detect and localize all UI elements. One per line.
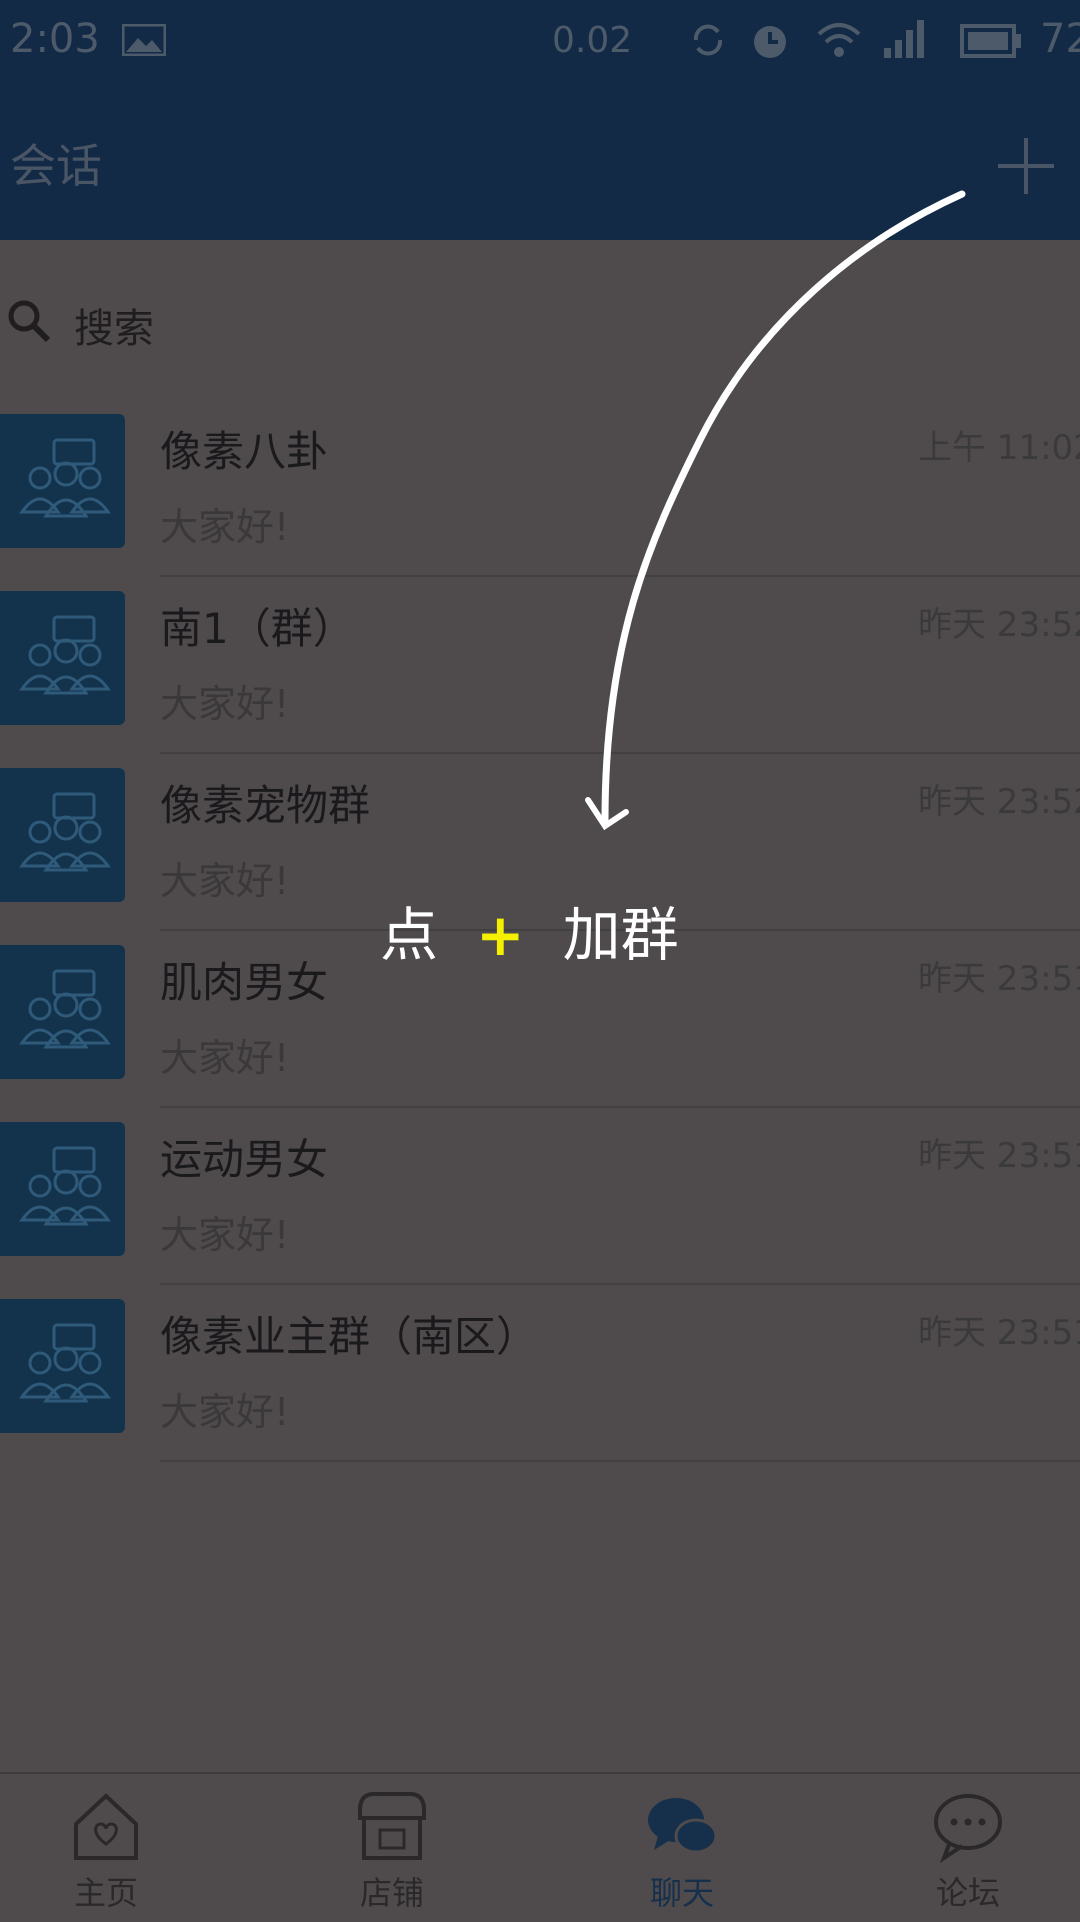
group-avatar (0, 768, 125, 902)
nav-store-label: 店铺 (359, 1874, 424, 1912)
conversation-preview: 大家好! (160, 682, 290, 726)
group-icon (19, 969, 111, 1049)
nav-store[interactable]: 店铺 (292, 1788, 492, 1918)
nav-home-label: 主页 (73, 1874, 138, 1912)
conversation-preview: 大家好! (160, 505, 290, 549)
conversation-name: 南1（群） (160, 604, 355, 653)
bottom-navigation: 主页 店铺 聊天 论坛 (0, 1772, 1080, 1922)
chat-icon (648, 1798, 718, 1854)
conversation-preview: 大家好! (160, 1213, 290, 1257)
nav-chat-label: 聊天 (649, 1874, 714, 1912)
group-avatar (0, 1122, 125, 1256)
hint-text-start: 点 (380, 901, 439, 969)
page-title: 会话 (10, 139, 102, 193)
image-notification-icon (122, 24, 166, 56)
group-avatar (0, 1299, 125, 1433)
signal-icon (884, 20, 924, 58)
conversation-row[interactable]: 像素业主群（南区） 大家好! 昨天 23:51 (0, 1285, 1080, 1462)
status-time: 2:03 (10, 16, 100, 62)
status-bar: 2:03 0.02 72 (0, 0, 1080, 84)
group-icon (19, 1146, 111, 1226)
hint-arrow-icon (585, 190, 966, 831)
nav-forum[interactable]: 论坛 (868, 1788, 1068, 1918)
conversation-preview: 大家好! (160, 1036, 290, 1080)
hint-plus: + (476, 901, 525, 969)
battery-icon (960, 24, 1021, 58)
network-speed: 0.02 (552, 20, 633, 61)
group-avatar (0, 414, 125, 548)
conversation-time: 昨天 23:51 (918, 1136, 1080, 1176)
search-icon (8, 300, 51, 343)
conversation-name: 像素八卦 (160, 427, 329, 476)
group-icon (19, 1323, 111, 1403)
nav-home[interactable]: 主页 (6, 1788, 206, 1918)
divider (160, 1460, 1080, 1462)
search-placeholder: 搜索 (74, 306, 154, 352)
forum-icon (934, 1794, 1002, 1864)
conversation-name: 像素业主群（南区） (160, 1312, 539, 1361)
conversation-name: 肌肉男女 (160, 958, 329, 1007)
store-icon (358, 1792, 426, 1860)
group-avatar (0, 591, 125, 725)
conversation-row[interactable]: 运动男女 大家好! 昨天 23:51 (0, 1108, 1080, 1285)
add-button[interactable] (994, 134, 1058, 198)
conversation-preview: 大家好! (160, 859, 290, 903)
alarm-icon (754, 26, 786, 58)
hint-text-end: 加群 (562, 901, 679, 969)
group-avatar (0, 945, 125, 1079)
add-group-hint: 点 + 加群 (380, 888, 679, 972)
nav-forum-label: 论坛 (935, 1874, 1000, 1912)
conversation-preview: 大家好! (160, 1390, 290, 1434)
battery-level: 72 (1040, 16, 1080, 62)
wifi-icon (817, 23, 861, 57)
conversation-time: 昨天 23:51 (918, 959, 1080, 999)
nav-chat[interactable]: 聊天 (582, 1788, 782, 1918)
conversation-name: 运动男女 (160, 1135, 329, 1184)
group-icon (19, 792, 111, 872)
group-icon (19, 615, 111, 695)
conversation-name: 像素宠物群 (160, 781, 371, 830)
group-icon (19, 438, 111, 518)
sync-icon (693, 24, 723, 56)
home-icon (74, 1793, 138, 1860)
conversation-time: 昨天 23:51 (918, 1313, 1080, 1353)
